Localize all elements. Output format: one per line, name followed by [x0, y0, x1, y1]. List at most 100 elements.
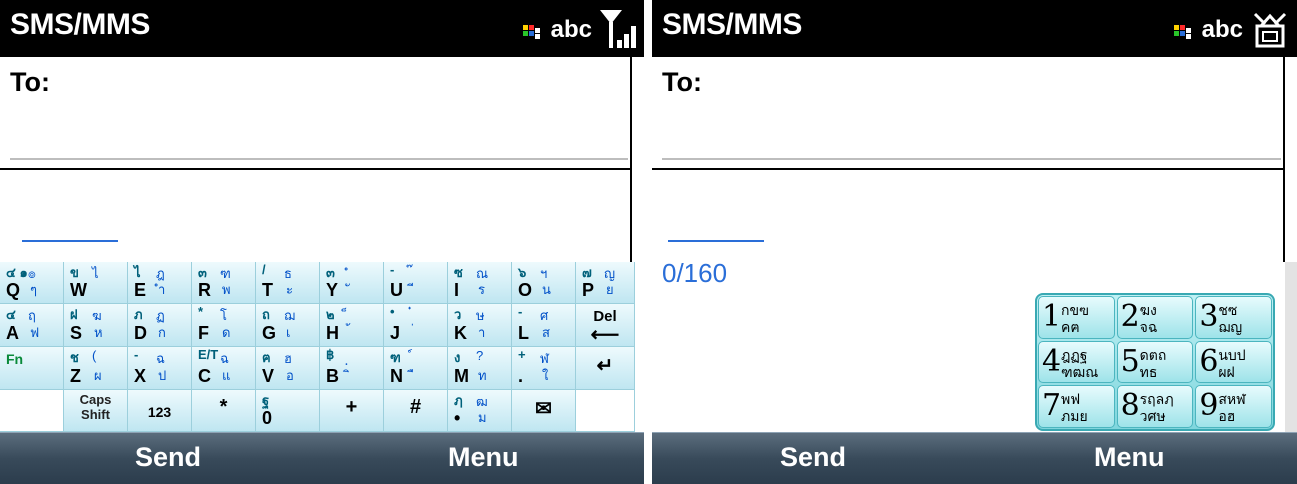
numeric-keypad: 1 กขฃ คฅ 2 ฆง จฉ 3 ชซ ฌญ 4 ฎฏฐ ฑฒณ 5 ดตถ ทธ 6 นบป ผฝ 7 พฟ ภม… — [1035, 293, 1275, 431]
numpad-key-5[interactable]: 5 ดตถ ทธ — [1116, 340, 1194, 384]
numpad-digit: 1 — [1042, 299, 1062, 334]
key-letter: S — [70, 323, 83, 343]
numpad-key-3[interactable]: 3 ชซ ฌญ — [1195, 296, 1272, 339]
key-x[interactable]: -Xฉป — [128, 347, 192, 390]
key-letter: G — [262, 323, 277, 343]
key-b[interactable]: ฿Bฺิ — [320, 347, 384, 390]
key-p[interactable]: ๗Pญย — [576, 262, 635, 304]
key-j[interactable]: •J๋่ — [384, 304, 448, 347]
key-hash[interactable]: # — [384, 390, 448, 432]
send-softkey[interactable]: Send — [135, 442, 201, 473]
key-letter: L — [518, 323, 529, 343]
menu-softkey[interactable]: Menu — [448, 442, 519, 473]
numpad-letters-bottom: คฅ — [1061, 319, 1080, 335]
key-num[interactable]: 123 — [128, 390, 192, 432]
numpad-key-6[interactable]: 6 นบป ผฝ — [1195, 340, 1272, 384]
key-thai: ผ — [94, 368, 102, 383]
recipient-field[interactable]: To: — [652, 57, 1285, 167]
key-o[interactable]: ๖Oฯน — [512, 262, 576, 304]
key-thai: ร — [478, 282, 485, 297]
key-a[interactable]: ๔Aฤฟ — [0, 304, 64, 347]
numpad-key-7[interactable]: 7 พฟ ภมย — [1038, 385, 1115, 428]
key-v[interactable]: ฅVฮอ — [256, 347, 320, 390]
send-softkey[interactable]: Send — [780, 442, 846, 473]
numpad-digit: 7 — [1042, 388, 1062, 424]
key-plus[interactable]: + — [320, 390, 384, 432]
key-q[interactable]: ๔ ๑ Q ๏ๆ — [0, 262, 64, 304]
key-u[interactable]: -U๊ี — [384, 262, 448, 304]
scrollbar[interactable] — [1283, 57, 1297, 262]
recipient-field[interactable]: To: — [0, 57, 632, 167]
key-symbol: - — [390, 262, 395, 277]
key-m[interactable]: ง M? ท — [448, 347, 512, 390]
numpad-digit: 3 — [1199, 299, 1219, 334]
key-c[interactable]: E/T C ฉแ — [192, 347, 256, 390]
numpad-digit: 2 — [1120, 299, 1140, 334]
numpad-key-1[interactable]: 1 กขฃ คฅ — [1038, 296, 1115, 339]
signal-strength-icon — [600, 8, 636, 50]
key-t[interactable]: / T ธะ — [256, 262, 320, 304]
key-letter: M — [454, 366, 469, 386]
message-body-field[interactable] — [22, 240, 118, 242]
key-s[interactable]: ฝSฆห — [64, 304, 128, 347]
key-letter: H — [326, 323, 339, 343]
key-e[interactable]: ไEฎำ — [128, 262, 192, 304]
key-f[interactable]: * F โด — [192, 304, 256, 347]
key-0[interactable]: ฐ0 — [256, 390, 320, 432]
key-thai: ป — [158, 368, 167, 383]
key-thai: ะ — [286, 282, 293, 297]
key-symbol: ถ — [262, 307, 270, 322]
keyboard-row: FnชZ(ผ-XฉปE/TCฉแฅVฮอ฿BฺิฑN์ืงM?ท+.ฬใ↵ — [0, 347, 635, 390]
numpad-key-8[interactable]: 8 รฤลฦ วศษ — [1116, 385, 1194, 428]
key-i[interactable]: ซIณร — [448, 262, 512, 304]
key-d[interactable]: ภDฏก — [128, 304, 192, 347]
numpad-key-9[interactable]: 9 สหฬ อฮ — [1195, 385, 1272, 428]
key-symbol: ฿ — [326, 347, 335, 362]
keyboard-blank — [576, 390, 635, 432]
key-mail[interactable]: ✉ — [512, 390, 576, 432]
key-enter[interactable]: ↵ — [576, 347, 635, 390]
numpad-key-4[interactable]: 4 ฎฏฐ ฑฒณ — [1038, 340, 1115, 384]
key-del[interactable]: Del ⟵ — [576, 304, 635, 347]
key-symbol: ๒ — [326, 307, 335, 322]
key-w[interactable]: ขWไ — [64, 262, 128, 304]
status-icons: abc — [522, 6, 636, 50]
key-letter: Y — [326, 280, 339, 300]
input-mode-icon — [1173, 25, 1194, 41]
key-•[interactable]: ฦ • ฒม — [448, 390, 512, 432]
key-r[interactable]: ๓Rฑพ — [192, 262, 256, 304]
app-title: SMS/MMS — [10, 8, 150, 41]
key-symbol: E/T — [198, 347, 219, 362]
key-n[interactable]: ฑN์ื — [384, 347, 448, 390]
to-label: To: — [10, 67, 50, 97]
character-counter: 0/160 — [662, 258, 728, 288]
key-caps[interactable]: Caps Shift — [64, 390, 128, 432]
key-letter: U — [390, 280, 403, 300]
key-z[interactable]: ช Z (ผ — [64, 347, 128, 390]
key-star[interactable]: * — [192, 390, 256, 432]
message-body-field[interactable] — [668, 240, 764, 242]
key-g[interactable]: ถGฌเ — [256, 304, 320, 347]
key-letter: F — [198, 323, 209, 343]
key-letter: 0 — [262, 408, 273, 428]
key-fn[interactable]: Fn — [0, 347, 64, 390]
key-symbol: ช — [70, 350, 79, 365]
to-underline — [10, 158, 628, 160]
key-h[interactable]: ๒H็้ — [320, 304, 384, 347]
key-k[interactable]: วKษา — [448, 304, 512, 347]
field-divider — [0, 168, 632, 170]
key-.[interactable]: +. ฬใ — [512, 347, 576, 390]
keyboard-blank — [0, 390, 64, 432]
key-label: # — [409, 396, 422, 418]
key-label: 123 — [147, 404, 172, 420]
numpad-key-2[interactable]: 2 ฆง จฉ — [1116, 296, 1194, 339]
numpad-digit: 5 — [1120, 343, 1140, 379]
key-label: * — [219, 396, 228, 418]
to-underline — [662, 158, 1281, 160]
scrollbar[interactable] — [630, 57, 644, 262]
key-l[interactable]: -Lศส — [512, 304, 576, 347]
menu-softkey[interactable]: Menu — [1094, 442, 1165, 473]
numpad-letters-bottom: ฑฒณ — [1061, 363, 1099, 380]
key-y[interactable]: ๓Yํั — [320, 262, 384, 304]
app-title: SMS/MMS — [662, 8, 802, 41]
